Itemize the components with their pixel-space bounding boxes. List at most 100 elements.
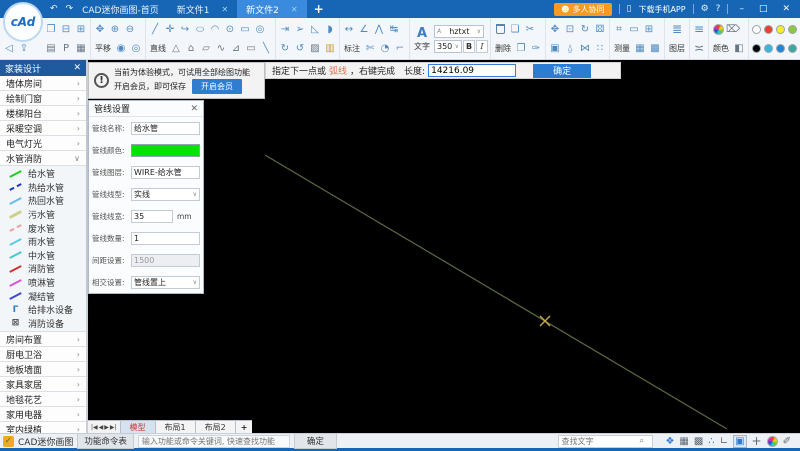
pipe-count-input[interactable]: 1: [131, 232, 200, 245]
tab-home[interactable]: CAD迷你画图-首页: [73, 0, 168, 18]
command-confirm-button[interactable]: 确定: [294, 433, 337, 449]
pipe-item[interactable]: 雨水管: [0, 235, 86, 249]
sidebar-item-walls[interactable]: 墙体房间›: [0, 76, 86, 91]
sidebar-item-electric[interactable]: 电气灯光›: [0, 136, 86, 151]
cut-icon[interactable]: ✂: [523, 22, 537, 37]
trim-icon[interactable]: ⇥: [278, 22, 292, 37]
pipe-cross-select[interactable]: 管线置上∨: [131, 276, 200, 289]
zoom-in-icon[interactable]: ⊕: [108, 22, 122, 37]
move-icon[interactable]: ✥: [548, 22, 562, 37]
tab-file2[interactable]: 新文件2✕: [237, 0, 306, 18]
pipe-item[interactable]: 热回水管: [0, 194, 86, 208]
rotate-icon[interactable]: ↻: [578, 22, 592, 37]
grid-icon[interactable]: ▦: [679, 436, 688, 447]
prev-sheet-icon[interactable]: ◀: [99, 424, 104, 431]
revision-cloud-icon[interactable]: ↪: [178, 22, 192, 37]
measure-list-icon[interactable]: ⊞: [642, 22, 656, 37]
device-item[interactable]: Γ给排水设备: [0, 303, 86, 317]
tab-file1-close-icon[interactable]: ✕: [221, 5, 228, 14]
background-color-icon[interactable]: [767, 436, 778, 447]
collab-button[interactable]: ☻多人协同: [554, 3, 611, 16]
drawing-canvas[interactable]: ! 当前为体验模式，可试用全部绘图功能 开启会员，即可保存 开启会员 指定下一点…: [88, 60, 800, 433]
rotate-cw-icon[interactable]: ↻: [278, 41, 292, 56]
crosshair-toggle-icon[interactable]: +: [752, 434, 762, 448]
close-button[interactable]: ✕: [778, 4, 794, 14]
zoom-out-icon[interactable]: ⊖: [123, 22, 137, 37]
sidebar-item-room-layout[interactable]: 房间布置›: [0, 332, 86, 347]
pipe-item[interactable]: 热给水管: [0, 181, 86, 195]
tab-layout2[interactable]: 布局2: [196, 421, 236, 433]
open-file-icon[interactable]: ❒: [44, 22, 58, 37]
command-input[interactable]: [138, 435, 290, 448]
leader-icon[interactable]: ⌐: [393, 41, 407, 56]
aligned-dim-icon[interactable]: ⋀: [372, 22, 386, 37]
linear-dim-icon[interactable]: ↔: [342, 22, 356, 37]
scale-icon[interactable]: ⊡: [563, 22, 577, 37]
rotate-ccw-icon[interactable]: ↺: [293, 41, 307, 56]
measure-area-icon[interactable]: ▭: [627, 22, 641, 37]
pipe-item[interactable]: 凝结管: [0, 289, 86, 303]
chamfer-icon[interactable]: ◺: [308, 22, 322, 37]
sidebar-item-kitchen-bath[interactable]: 厨电卫浴›: [0, 347, 86, 362]
tab-file1[interactable]: 新文件1✕: [168, 0, 237, 18]
linetype-icon[interactable]: ≡: [692, 22, 706, 37]
tab-layout1[interactable]: 布局1: [156, 421, 196, 433]
elevation-icon[interactable]: ⍙: [563, 41, 577, 56]
parallelogram-icon[interactable]: ▱: [199, 41, 213, 56]
next-sheet-icon[interactable]: ▶: [104, 424, 109, 431]
sidebar-item-appliances[interactable]: 家用电器›: [0, 407, 86, 422]
swatch-green[interactable]: [788, 25, 797, 34]
length-input[interactable]: [428, 64, 516, 77]
new-tab-button[interactable]: +: [307, 0, 331, 18]
trapezoid-icon[interactable]: ⊿: [229, 41, 243, 56]
ray-icon[interactable]: ╲: [259, 41, 273, 56]
line-icon[interactable]: ╱: [148, 22, 162, 37]
eraser-icon[interactable]: ⌦: [726, 22, 740, 37]
swatch-cyan[interactable]: [764, 44, 773, 53]
measure-length-icon[interactable]: ⌗: [612, 22, 626, 37]
font-size-select[interactable]: 350 ∨: [434, 40, 462, 53]
sidebar-item-furniture[interactable]: 家具家居›: [0, 377, 86, 392]
command-table-button[interactable]: 功能命令表: [77, 433, 134, 449]
insert-block-icon[interactable]: ⚄: [593, 22, 607, 37]
save-as-icon[interactable]: ⊞: [74, 22, 88, 37]
bold-button[interactable]: B: [463, 40, 475, 53]
swatch-teal[interactable]: [788, 44, 797, 53]
rectangle2-icon[interactable]: ▭: [244, 41, 258, 56]
pipe-item[interactable]: 污水管: [0, 208, 86, 222]
export-pdf-icon[interactable]: P: [59, 41, 73, 56]
extend-icon[interactable]: ➢: [293, 22, 307, 37]
pipe-color-swatch[interactable]: [131, 144, 200, 157]
find-text-field[interactable]: ⌕: [558, 435, 653, 448]
maximize-button[interactable]: □: [755, 4, 772, 14]
pentagon-icon[interactable]: ⌂: [184, 41, 198, 56]
clean-screen-icon[interactable]: ✐: [783, 436, 791, 447]
pipe-width-input[interactable]: 35: [131, 210, 173, 223]
sidebar-item-hvac[interactable]: 采暖空调›: [0, 121, 86, 136]
pipe-item[interactable]: 给水管: [0, 167, 86, 181]
sidebar-item-carpet[interactable]: 地毯花艺›: [0, 392, 86, 407]
italic-button[interactable]: I: [476, 40, 488, 53]
open-vip-button[interactable]: 开启会员: [192, 79, 242, 94]
view-icon[interactable]: ◎: [253, 22, 267, 37]
prompt-confirm-button[interactable]: 确定: [533, 64, 591, 78]
calculator-icon[interactable]: ▩: [648, 41, 662, 56]
save-icon[interactable]: ⊟: [59, 22, 73, 37]
crop-icon[interactable]: ▣: [548, 41, 562, 56]
arc-mode-link[interactable]: 弧线: [329, 64, 347, 77]
delete-icon[interactable]: [493, 22, 507, 37]
tab-file2-close-icon[interactable]: ✕: [291, 5, 298, 14]
swatch-white[interactable]: [752, 25, 761, 34]
pipe-item[interactable]: 消防管: [0, 262, 86, 276]
swatch-red[interactable]: [764, 25, 773, 34]
polyline-icon[interactable]: ✛: [163, 22, 177, 37]
pipe-item[interactable]: 喷淋管: [0, 276, 86, 290]
sidebar-item-plants[interactable]: 室内绿植›: [0, 422, 86, 433]
print-icon[interactable]: ▤: [44, 41, 58, 56]
tab-model[interactable]: 模型: [121, 421, 156, 433]
nav-back-icon[interactable]: ↶: [50, 4, 58, 14]
font-family-select[interactable]: A hztxt ∨: [434, 25, 484, 38]
radius-dim-icon[interactable]: ◔: [378, 41, 392, 56]
pan-hand-icon[interactable]: ✥: [93, 22, 107, 37]
ellipse-icon[interactable]: ○: [193, 24, 207, 34]
